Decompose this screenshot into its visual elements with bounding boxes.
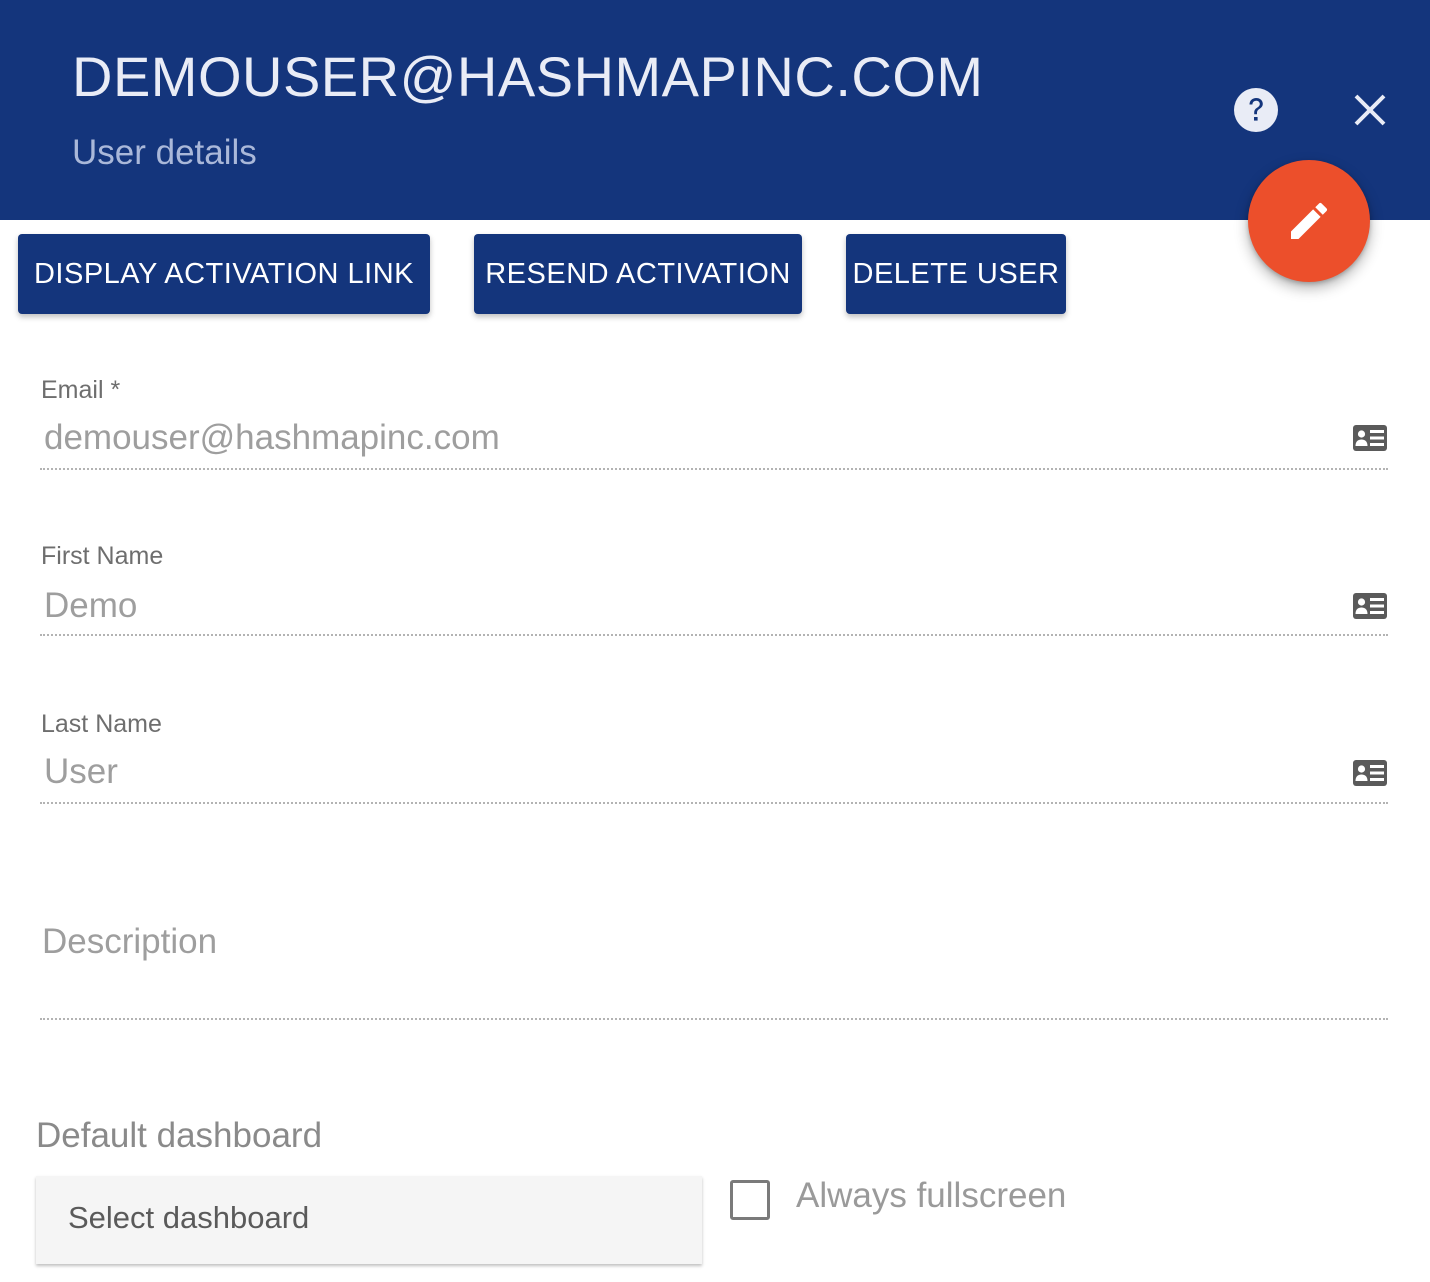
select-dashboard-dropdown[interactable]: Select dashboard <box>36 1176 702 1264</box>
description-underline <box>40 1018 1388 1020</box>
help-button[interactable] <box>1232 86 1280 134</box>
dialog-header: DEMOUSER@HASHMAPINC.COM User details <box>0 0 1430 220</box>
always-fullscreen-checkbox[interactable] <box>730 1180 770 1220</box>
email-label: Email * <box>41 376 121 404</box>
first-name-field[interactable]: First Name Demo <box>40 538 1388 638</box>
first-name-label: First Name <box>41 542 164 570</box>
close-button[interactable] <box>1346 86 1394 134</box>
description-field[interactable]: Description <box>40 920 1388 1024</box>
pencil-icon <box>1291 202 1328 239</box>
default-dashboard-label: Default dashboard <box>36 1116 323 1155</box>
last-name-field[interactable]: Last Name User <box>40 706 1388 806</box>
select-dashboard-placeholder: Select dashboard <box>68 1200 310 1235</box>
contact-card-icon <box>1353 425 1387 451</box>
close-icon <box>1354 94 1386 126</box>
resend-activation-button[interactable]: RESEND ACTIVATION <box>474 234 802 314</box>
dialog-subtitle: User details <box>72 133 257 172</box>
display-activation-link-button[interactable]: DISPLAY ACTIVATION LINK <box>18 234 430 314</box>
edit-fab-button[interactable] <box>1248 160 1370 282</box>
always-fullscreen-label[interactable]: Always fullscreen <box>796 1176 1066 1216</box>
email-field[interactable]: Email * demouser@hashmapinc.com <box>40 372 1388 472</box>
help-circle-icon <box>1234 88 1278 132</box>
last-name-label: Last Name <box>41 710 162 738</box>
last-name-value[interactable]: User <box>44 752 118 792</box>
delete-user-button[interactable]: DELETE USER <box>846 234 1066 314</box>
description-placeholder[interactable]: Description <box>42 922 217 962</box>
user-email-title: DEMOUSER@HASHMAPINC.COM <box>72 45 984 108</box>
contact-card-icon <box>1353 760 1387 786</box>
email-underline <box>40 468 1388 470</box>
first-name-underline <box>40 634 1388 636</box>
contact-card-icon <box>1353 593 1387 619</box>
email-value[interactable]: demouser@hashmapinc.com <box>44 418 500 458</box>
first-name-value[interactable]: Demo <box>44 586 137 626</box>
last-name-underline <box>40 802 1388 804</box>
user-details-dialog: DEMOUSER@HASHMAPINC.COM User details DIS… <box>0 0 1430 1282</box>
